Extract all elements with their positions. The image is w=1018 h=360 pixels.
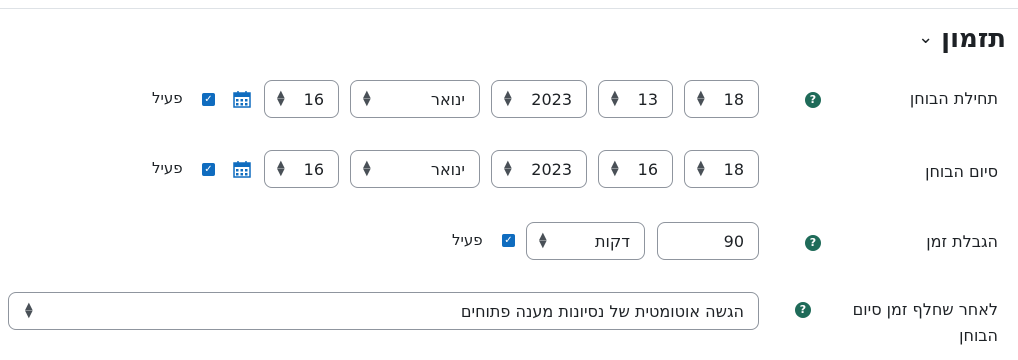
- select-arrow-icon: ▲ ▼: [277, 89, 285, 108]
- select-arrow-icon: ▲ ▼: [611, 89, 619, 108]
- close-hour-select[interactable]: 16 ▲ ▼: [598, 150, 673, 188]
- section-header[interactable]: תזמון ⌄: [918, 24, 1006, 54]
- close-date-row: סיום הבוחן 18 ▲ ▼ 16 ▲ ▼ 2023 ▲ ▼ ינואר ▲ ▼ …: [0, 150, 1018, 190]
- close-year-value: 2023: [531, 160, 572, 179]
- close-hour-value: 16: [637, 160, 658, 179]
- close-minute-select[interactable]: 16 ▲ ▼: [264, 150, 339, 188]
- time-limit-enabled-checkbox[interactable]: ✓: [502, 234, 515, 247]
- open-enabled-checkbox[interactable]: ✓: [202, 93, 215, 106]
- time-limit-input[interactable]: 90: [657, 222, 759, 260]
- time-limit-value: 90: [723, 232, 744, 251]
- close-month-value: ינואר: [430, 160, 465, 179]
- help-icon[interactable]: ?: [805, 92, 821, 108]
- close-year-select[interactable]: 2023 ▲ ▼: [491, 150, 587, 188]
- calendar-icon[interactable]: [233, 90, 251, 108]
- open-hour-select[interactable]: 13 ▲ ▼: [598, 80, 673, 118]
- close-minute-value: 16: [303, 160, 324, 179]
- after-close-label-line1: לאחר שחלף זמן סיום: [852, 300, 998, 319]
- open-minute-value: 16: [303, 90, 324, 109]
- time-limit-enabled-label: פעיל: [452, 231, 483, 249]
- time-limit-row: הגבלת זמן ? 90 דקות ▲ ▼ ✓ פעיל: [0, 222, 1018, 262]
- close-enabled-checkbox[interactable]: ✓: [202, 163, 215, 176]
- select-arrow-icon: ▲ ▼: [611, 159, 619, 178]
- help-icon[interactable]: ?: [805, 235, 821, 251]
- open-minute-select[interactable]: 16 ▲ ▼: [264, 80, 339, 118]
- open-month-value: ינואר: [430, 90, 465, 109]
- open-day-select[interactable]: 18 ▲ ▼: [684, 80, 759, 118]
- select-arrow-icon: ▲ ▼: [277, 159, 285, 178]
- after-close-label-line2: הבוחן: [959, 326, 998, 345]
- after-close-select[interactable]: הגשה אוטומטית של נסיונות מענה פתוחים ▲ ▼: [8, 292, 759, 330]
- select-arrow-icon: ▲ ▼: [363, 159, 371, 178]
- close-month-select[interactable]: ינואר ▲ ▼: [350, 150, 480, 188]
- close-date-label: סיום הבוחן: [925, 162, 998, 181]
- select-arrow-icon: ▲ ▼: [504, 89, 512, 108]
- after-close-row: לאחר שחלף זמן סיום הבוחן ? הגשה אוטומטית…: [0, 292, 1018, 356]
- help-icon[interactable]: ?: [795, 302, 811, 318]
- open-date-label: תחילת הבוחן: [909, 89, 998, 108]
- open-month-select[interactable]: ינואר ▲ ▼: [350, 80, 480, 118]
- open-enabled-label: פעיל: [152, 89, 183, 107]
- select-arrow-icon: ▲ ▼: [504, 159, 512, 178]
- open-date-row: תחילת הבוחן ? 18 ▲ ▼ 13 ▲ ▼ 2023 ▲ ▼ ינואר …: [0, 80, 1018, 120]
- chevron-down-icon[interactable]: ⌄: [918, 27, 933, 48]
- close-day-select[interactable]: 18 ▲ ▼: [684, 150, 759, 188]
- select-arrow-icon: ▲ ▼: [697, 159, 705, 178]
- after-close-value: הגשה אוטומטית של נסיונות מענה פתוחים: [460, 302, 744, 321]
- select-arrow-icon: ▲ ▼: [25, 301, 33, 320]
- select-arrow-icon: ▲ ▼: [363, 89, 371, 108]
- time-limit-unit-value: דקות: [595, 232, 630, 251]
- open-day-value: 18: [723, 90, 744, 109]
- select-arrow-icon: ▲ ▼: [697, 89, 705, 108]
- close-enabled-label: פעיל: [152, 159, 183, 177]
- calendar-icon[interactable]: [233, 160, 251, 178]
- time-limit-label: הגבלת זמן: [926, 232, 998, 251]
- top-divider: [0, 8, 1018, 9]
- time-limit-unit-select[interactable]: דקות ▲ ▼: [526, 222, 645, 260]
- select-arrow-icon: ▲ ▼: [539, 231, 547, 250]
- open-hour-value: 13: [637, 90, 658, 109]
- section-title: תזמון: [941, 24, 1006, 54]
- open-year-select[interactable]: 2023 ▲ ▼: [491, 80, 587, 118]
- open-year-value: 2023: [531, 90, 572, 109]
- close-day-value: 18: [723, 160, 744, 179]
